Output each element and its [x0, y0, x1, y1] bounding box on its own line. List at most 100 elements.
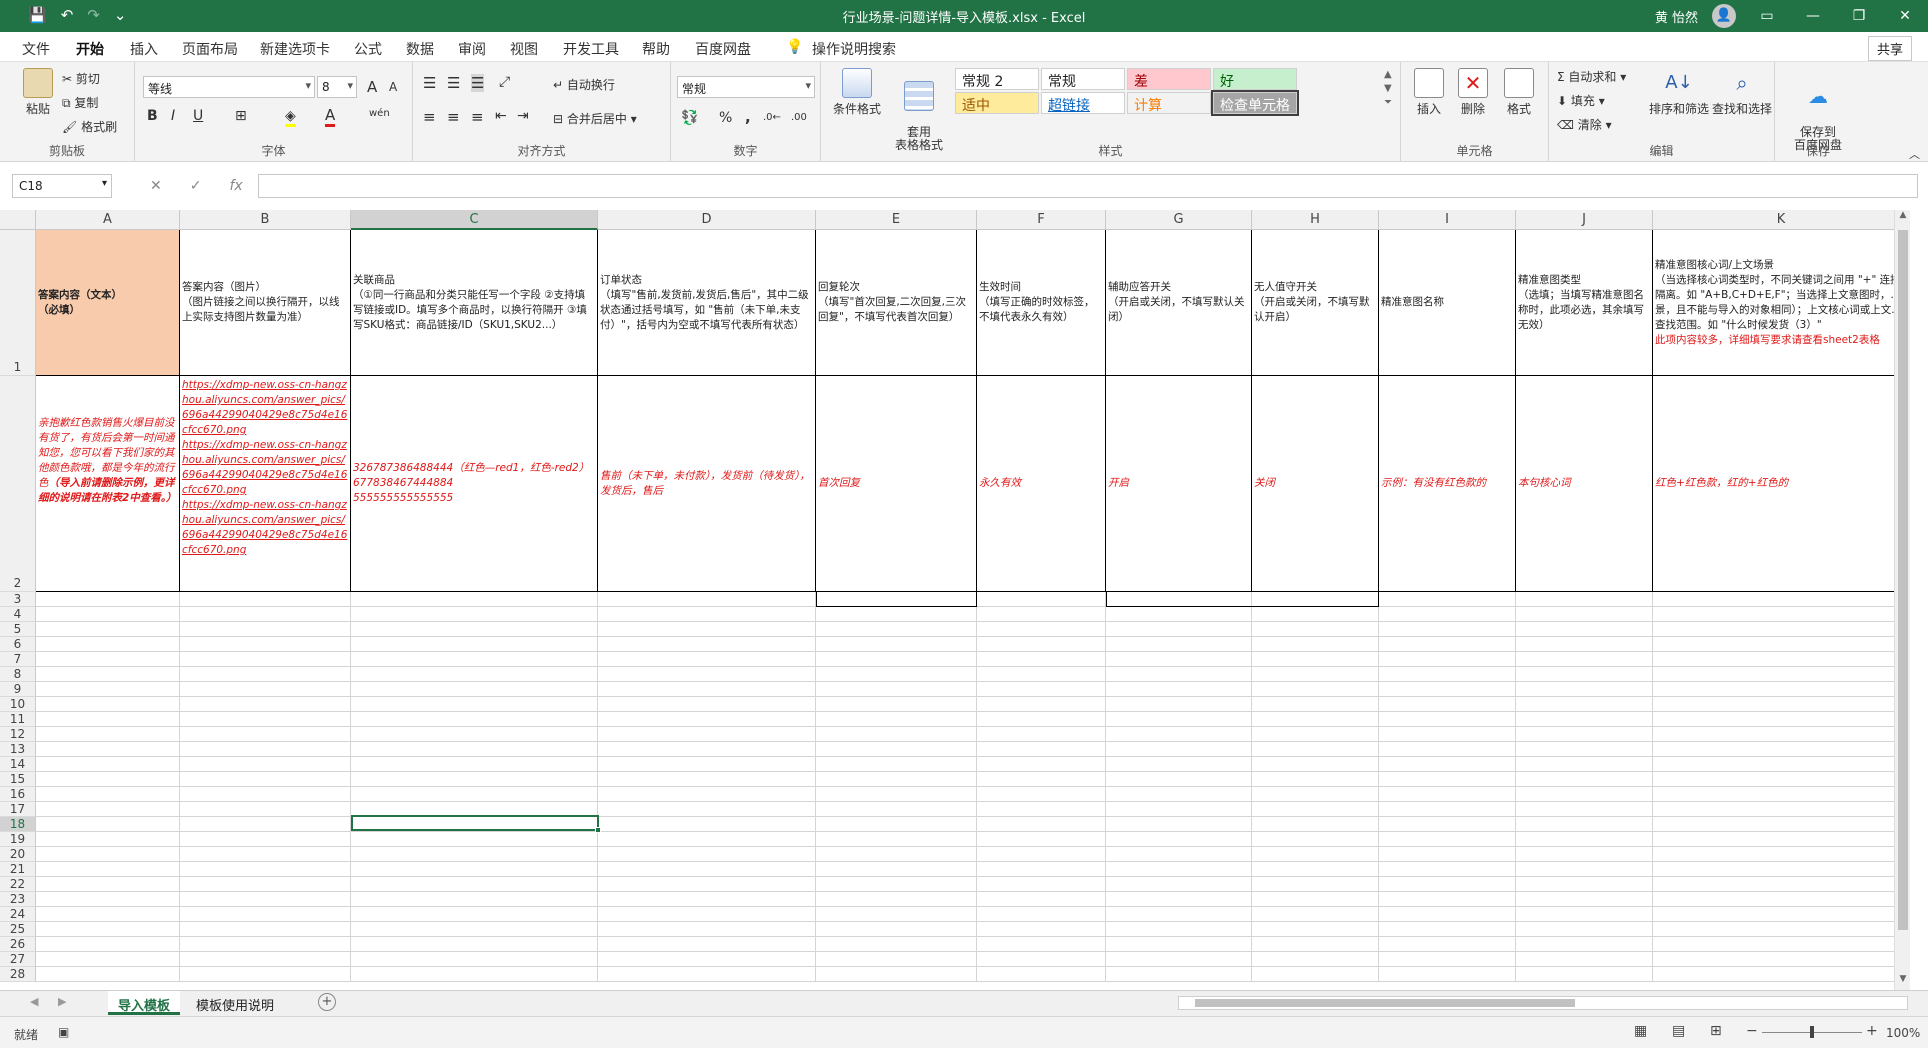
cell-C25[interactable]: [351, 922, 598, 937]
cell-H9[interactable]: [1252, 682, 1379, 697]
cell-K26[interactable]: [1653, 937, 1910, 952]
cell-K21[interactable]: [1653, 862, 1910, 877]
cell-B23[interactable]: [180, 892, 351, 907]
column-header-D[interactable]: D: [598, 210, 816, 230]
cell-H18[interactable]: [1252, 817, 1379, 832]
horizontal-scrollbar[interactable]: [1178, 996, 1908, 1010]
row-header-12[interactable]: 12: [0, 727, 36, 742]
cell-E2[interactable]: 首次回复: [816, 376, 977, 592]
cell-A26[interactable]: [36, 937, 180, 952]
comma-button[interactable]: ,: [745, 108, 751, 126]
cut-button[interactable]: ✂ 剪切: [62, 70, 100, 87]
zoom-level[interactable]: 100%: [1886, 1026, 1920, 1040]
cell-C27[interactable]: [351, 952, 598, 967]
cell-A11[interactable]: [36, 712, 180, 727]
phonetic-icon[interactable]: wén: [369, 108, 390, 119]
orientation-icon[interactable]: ⤢: [499, 74, 510, 90]
cell-D21[interactable]: [598, 862, 816, 877]
column-header-G[interactable]: G: [1106, 210, 1252, 230]
row-header-23[interactable]: 23: [0, 892, 36, 907]
cell-H22[interactable]: [1252, 877, 1379, 892]
font-size-select[interactable]: 8: [317, 76, 357, 98]
cell-K16[interactable]: [1653, 787, 1910, 802]
cell-C16[interactable]: [351, 787, 598, 802]
cell-style-0[interactable]: 常规 2: [955, 68, 1039, 90]
row-header-10[interactable]: 10: [0, 697, 36, 712]
cell-C10[interactable]: [351, 697, 598, 712]
cell-H17[interactable]: [1252, 802, 1379, 817]
cell-K11[interactable]: [1653, 712, 1910, 727]
cell-C13[interactable]: [351, 742, 598, 757]
cell-D13[interactable]: [598, 742, 816, 757]
cell-G4[interactable]: [1106, 607, 1252, 622]
cell-style-5[interactable]: 超链接: [1041, 92, 1125, 114]
cell-H26[interactable]: [1252, 937, 1379, 952]
decrease-indent-icon[interactable]: ⇤: [495, 108, 507, 124]
cell-D22[interactable]: [598, 877, 816, 892]
shrink-font-button[interactable]: A: [389, 80, 397, 94]
wrap-text-button[interactable]: ↵ 自动换行: [553, 76, 615, 93]
cell-F24[interactable]: [977, 907, 1106, 922]
cell-E27[interactable]: [816, 952, 977, 967]
cell-J14[interactable]: [1516, 757, 1653, 772]
cell-I1[interactable]: 精准意图名称: [1379, 230, 1516, 376]
cell-E23[interactable]: [816, 892, 977, 907]
cell-H8[interactable]: [1252, 667, 1379, 682]
cell-C24[interactable]: [351, 907, 598, 922]
cell-K24[interactable]: [1653, 907, 1910, 922]
cell-F7[interactable]: [977, 652, 1106, 667]
cell-H4[interactable]: [1252, 607, 1379, 622]
cell-G5[interactable]: [1106, 622, 1252, 637]
cell-J6[interactable]: [1516, 637, 1653, 652]
cell-A13[interactable]: [36, 742, 180, 757]
cell-I12[interactable]: [1379, 727, 1516, 742]
cell-A3[interactable]: [36, 592, 180, 607]
row-header-27[interactable]: 27: [0, 952, 36, 967]
cell-D2[interactable]: 售前（未下单，未付款），发货前（待发货），发货后，售后: [598, 376, 816, 592]
scroll-down-icon[interactable]: ▼: [1895, 974, 1910, 990]
macro-record-icon[interactable]: ▣: [58, 1025, 69, 1039]
cell-E20[interactable]: [816, 847, 977, 862]
cell-C22[interactable]: [351, 877, 598, 892]
copy-button[interactable]: ⧉ 复制: [62, 94, 98, 111]
cell-H15[interactable]: [1252, 772, 1379, 787]
enter-icon[interactable]: ✓: [190, 178, 202, 194]
cell-G24[interactable]: [1106, 907, 1252, 922]
cell-G15[interactable]: [1106, 772, 1252, 787]
cell-I18[interactable]: [1379, 817, 1516, 832]
cell-B12[interactable]: [180, 727, 351, 742]
cell-C23[interactable]: [351, 892, 598, 907]
cell-F20[interactable]: [977, 847, 1106, 862]
cell-I22[interactable]: [1379, 877, 1516, 892]
cell-H12[interactable]: [1252, 727, 1379, 742]
cell-G14[interactable]: [1106, 757, 1252, 772]
cell-C2[interactable]: 326787386488444（红色—red1，红色-red2） 6778384…: [351, 376, 598, 592]
cell-K1[interactable]: 精准意图核心词/上文场景 （当选择核心词类型时，不同关键词之间用 "+" 连接隔…: [1653, 230, 1910, 376]
autosum-button[interactable]: Σ 自动求和 ▾: [1557, 68, 1626, 85]
cell-E12[interactable]: [816, 727, 977, 742]
currency-icon[interactable]: 💱: [681, 110, 698, 126]
format-painter-button[interactable]: 🖌 格式刷: [62, 118, 117, 135]
border-icon[interactable]: ⊞: [235, 108, 247, 124]
row-header-1[interactable]: 1: [0, 230, 36, 376]
column-header-A[interactable]: A: [36, 210, 180, 230]
tab-page-layout[interactable]: 页面布局: [182, 39, 238, 59]
paste-button[interactable]: 粘贴: [18, 68, 58, 117]
cell-C8[interactable]: [351, 667, 598, 682]
cell-C19[interactable]: [351, 832, 598, 847]
vertical-scroll-thumb[interactable]: [1898, 230, 1908, 930]
cell-H21[interactable]: [1252, 862, 1379, 877]
cell-K3[interactable]: [1653, 592, 1910, 607]
cell-C14[interactable]: [351, 757, 598, 772]
row-header-25[interactable]: 25: [0, 922, 36, 937]
user-name[interactable]: 黄 怡然: [1655, 7, 1698, 26]
cell-I9[interactable]: [1379, 682, 1516, 697]
cell-K10[interactable]: [1653, 697, 1910, 712]
cell-D16[interactable]: [598, 787, 816, 802]
cell-I19[interactable]: [1379, 832, 1516, 847]
cell-K19[interactable]: [1653, 832, 1910, 847]
cell-G21[interactable]: [1106, 862, 1252, 877]
row-header-19[interactable]: 19: [0, 832, 36, 847]
cell-I14[interactable]: [1379, 757, 1516, 772]
cell-G6[interactable]: [1106, 637, 1252, 652]
